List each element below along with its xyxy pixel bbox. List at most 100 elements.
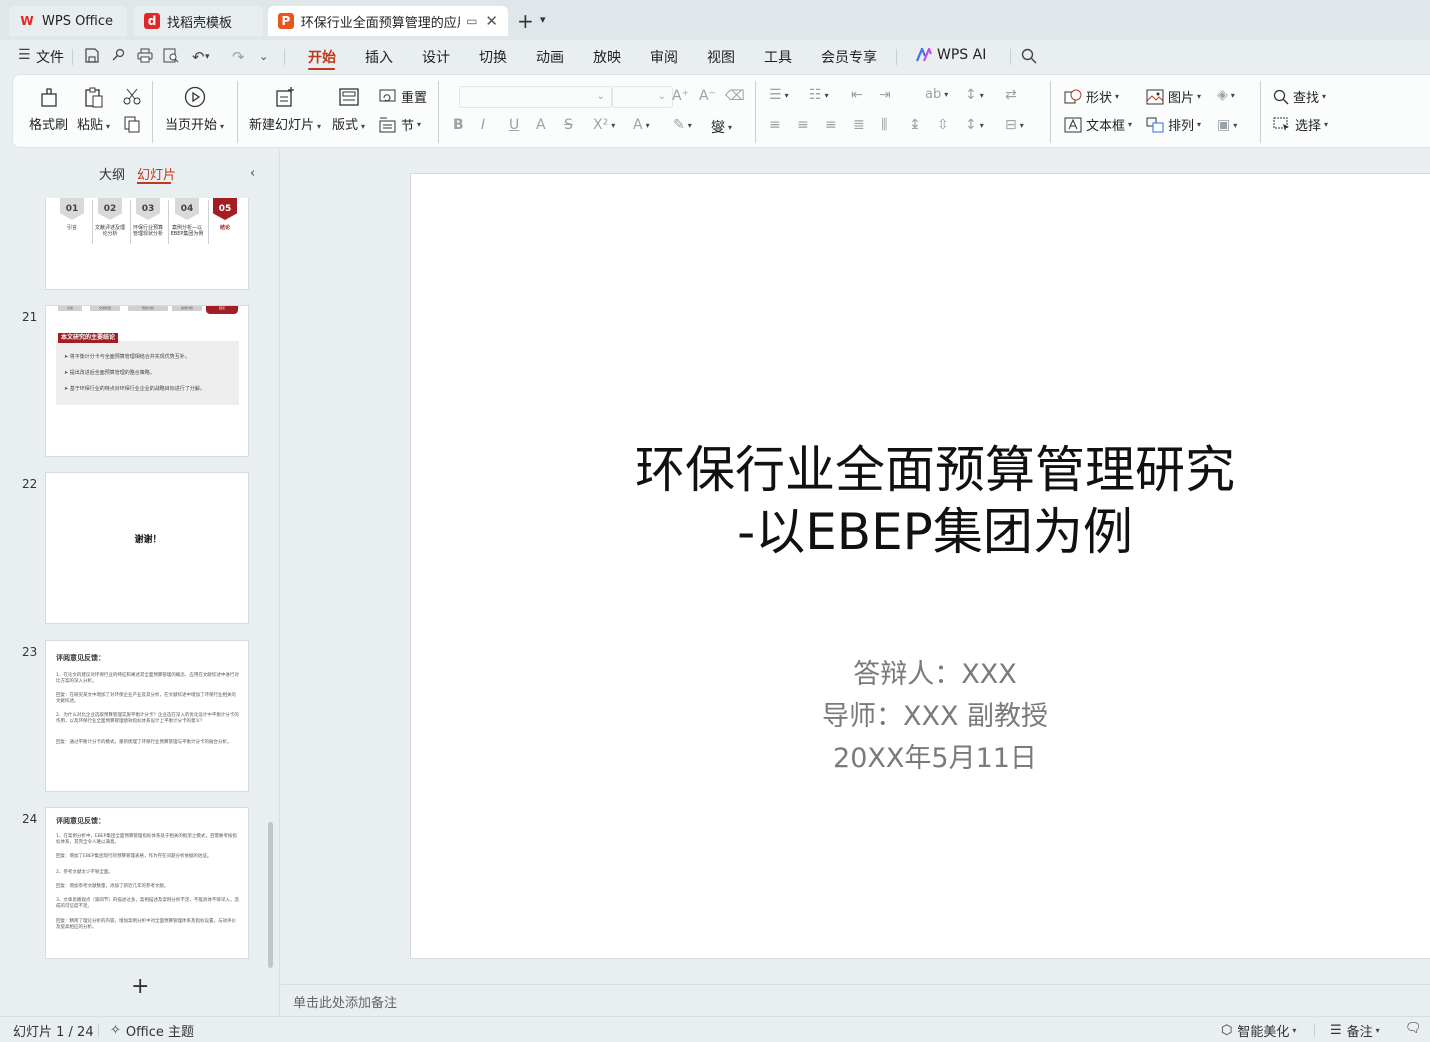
conclusion-item: ➤ 基于环保行业的特点对环保行业企业的战略目标进行了分解。 xyxy=(64,386,205,392)
align-left-icon[interactable]: ≡ xyxy=(769,117,781,133)
tab-docer-templates[interactable]: d 找稻壳模板 xyxy=(134,6,263,36)
bullet-list-icon[interactable]: ☰ ▾ xyxy=(769,87,789,103)
paragraph-spacing-icon[interactable]: ↨ xyxy=(909,117,921,133)
menu-animations[interactable]: 动画 xyxy=(536,47,564,67)
current-slide[interactable]: 环保行业全面预算管理研究 -以EBEP集团为例 答辩人：XXX 导师：XXX 副… xyxy=(410,173,1430,959)
picture-button[interactable]: 图片 ▾ xyxy=(1146,87,1201,106)
collapse-panel-icon[interactable]: ‹ xyxy=(250,166,255,181)
save-icon[interactable] xyxy=(85,48,99,67)
menu-tools[interactable]: 工具 xyxy=(764,47,792,67)
notes-pane[interactable]: 单击此处添加备注 xyxy=(281,984,1430,1016)
phonetic-guide-icon[interactable]: 燮 ▾ xyxy=(711,117,732,137)
share-icon[interactable] xyxy=(111,48,126,67)
slide-presenter[interactable]: 答辩人：XXX xyxy=(411,652,1430,691)
play-from-current-button[interactable]: 当页开始 ▾ xyxy=(165,85,224,133)
slide-advisor[interactable]: 导师：XXX 副教授 xyxy=(411,694,1430,733)
layout-button[interactable]: 版式 ▾ xyxy=(332,85,365,133)
slide-thumbnail-22[interactable]: 谢谢！ xyxy=(45,472,249,624)
font-size-select[interactable]: ⌄ xyxy=(612,86,673,108)
theme-indicator[interactable]: ✧ Office 主题 xyxy=(110,1021,194,1040)
tab-list-chevron-icon[interactable]: ▾ xyxy=(540,13,546,26)
add-slide-icon[interactable]: + xyxy=(131,974,149,999)
section-button[interactable]: 节 ▾ xyxy=(379,115,421,134)
textbox-button[interactable]: 文本框 ▾ xyxy=(1064,115,1132,134)
notes-toggle-button[interactable]: ☰ 备注 ▾ xyxy=(1330,1021,1380,1040)
new-tab-icon[interactable]: + xyxy=(517,9,534,33)
review-paragraph: 回复：精简了理论分析的内容，增加案例分析中对全面预算管理体系及指标设置，与效评价… xyxy=(56,919,236,930)
menu-review[interactable]: 审阅 xyxy=(650,47,678,67)
increase-font-icon[interactable]: A⁺ xyxy=(672,88,689,104)
text-direction-icon[interactable]: ab ▾ xyxy=(925,87,948,102)
menu-view[interactable]: 视图 xyxy=(707,47,735,67)
menu-slideshow[interactable]: 放映 xyxy=(593,47,621,67)
menu-transitions[interactable]: 切换 xyxy=(479,47,507,67)
superscript-icon[interactable]: X² ▾ xyxy=(593,117,615,133)
undo-dropdown-icon[interactable]: ▾ xyxy=(205,52,210,62)
distribute-icon[interactable]: ⫼ xyxy=(881,117,887,133)
column-icon[interactable]: ⇳ xyxy=(937,117,949,133)
fill-icon[interactable]: ◈ ▾ xyxy=(1217,87,1235,103)
reset-button[interactable]: 重置 xyxy=(379,87,427,106)
format-painter-button[interactable]: 格式刷 xyxy=(29,85,68,133)
numbered-list-icon[interactable]: ☷ ▾ xyxy=(809,87,829,103)
text-shadow-icon[interactable]: A xyxy=(536,117,546,133)
menu-design[interactable]: 设计 xyxy=(422,47,450,67)
outline-icon[interactable]: ▣ ▾ xyxy=(1217,117,1237,133)
tab-wps-office[interactable]: W WPS Office xyxy=(9,6,127,36)
copy-icon[interactable] xyxy=(123,115,141,133)
tab-label: WPS Office xyxy=(42,13,114,29)
panel-scrollbar[interactable] xyxy=(268,822,273,968)
align-right-icon[interactable]: ≡ xyxy=(825,117,837,133)
new-slide-button[interactable]: 新建幻灯片 ▾ xyxy=(249,85,321,133)
menu-home[interactable]: 开始 xyxy=(308,47,336,67)
tab-slides[interactable]: 幻灯片 xyxy=(137,164,176,183)
shape-button[interactable]: 形状 ▾ xyxy=(1064,87,1119,106)
paste-button[interactable]: 粘贴 ▾ xyxy=(77,85,110,133)
menu-member[interactable]: 会员专享 xyxy=(821,47,877,67)
slide-thumbnail-20[interactable]: 01 引言 02 文献评述及理论分析 03 环保行业预算管理现状分析 04 案例… xyxy=(45,198,249,290)
menu-wps-ai[interactable]: WPS AI xyxy=(916,47,986,63)
font-color-icon[interactable]: A ▾ xyxy=(633,117,650,133)
strikethrough-icon[interactable]: S xyxy=(564,117,573,133)
slide-thumbnail-24[interactable]: 评阅意见反馈： 1、在案例分析中，EBEP集团全面预算管理指标体系处于相关的框架… xyxy=(45,807,249,959)
slide-thumbnail-21[interactable]: 引言 文献评述 现状分析 案例分析 结论 本文研究的主要结论 ➤ 将平衡计分卡与… xyxy=(45,305,249,457)
smart-beautify-button[interactable]: ⬡ 智能美化 ▾ xyxy=(1221,1021,1296,1040)
tab-outline[interactable]: 大纲 xyxy=(99,164,125,183)
menu-file[interactable]: 文件 xyxy=(36,47,64,67)
decrease-indent-icon[interactable]: ⇤ xyxy=(851,87,863,103)
decrease-font-icon[interactable]: A⁻ xyxy=(699,88,716,104)
find-button[interactable]: 查找 ▾ xyxy=(1273,87,1326,106)
cut-icon[interactable] xyxy=(123,87,141,105)
align-center-icon[interactable]: ≡ xyxy=(797,117,809,133)
italic-icon[interactable]: I xyxy=(481,117,485,133)
bold-icon[interactable]: B xyxy=(453,117,464,133)
increase-indent-icon[interactable]: ⇥ xyxy=(879,87,891,103)
vertical-align-icon[interactable]: ↕ ▾ xyxy=(965,117,984,133)
search-icon[interactable] xyxy=(1021,48,1037,68)
text-box-align-icon[interactable]: ⊟ ▾ xyxy=(1005,117,1024,133)
close-tab-icon[interactable]: ✕ xyxy=(485,12,498,30)
print-preview-icon[interactable] xyxy=(163,48,179,67)
undo-icon[interactable]: ↶ xyxy=(192,48,205,66)
justify-icon[interactable]: ≣ xyxy=(853,117,865,133)
menu-insert[interactable]: 插入 xyxy=(365,47,393,67)
underline-icon[interactable]: U xyxy=(509,117,519,133)
font-family-select[interactable]: ⌄ xyxy=(459,86,612,108)
redo-icon[interactable]: ↷ xyxy=(232,48,245,66)
monitor-icon[interactable]: ▭ xyxy=(466,14,477,28)
slide-title[interactable]: 环保行业全面预算管理研究 -以EBEP集团为例 xyxy=(411,439,1430,563)
slide-thumbnail-23[interactable]: 评阅意见反馈： 1、在论文的建议对环保行业的特征和阐述其全面预算管理的概念、应用… xyxy=(45,640,249,792)
print-icon[interactable] xyxy=(137,48,153,67)
clear-format-icon[interactable]: ⌫ xyxy=(725,88,745,104)
slide-date[interactable]: 20XX年5月11日 xyxy=(411,736,1430,775)
layout-icon xyxy=(337,85,361,109)
highlight-icon[interactable]: ✎ ▾ xyxy=(673,117,692,133)
arrange-button[interactable]: 排列 ▾ xyxy=(1146,115,1201,134)
select-button[interactable]: 选择 ▾ xyxy=(1273,115,1328,134)
more-chevron-icon[interactable]: ⌄ xyxy=(259,50,268,63)
hamburger-icon[interactable]: ☰ xyxy=(18,47,31,63)
tab-current-document[interactable]: P 环保行业全面预算管理的应用 ▭ ✕ xyxy=(268,6,508,36)
comment-icon[interactable]: 🗨 xyxy=(1405,1021,1422,1036)
convert-smartart-icon[interactable]: ⇄ xyxy=(1005,87,1017,103)
line-spacing-icon[interactable]: ↕ ▾ xyxy=(965,87,984,103)
